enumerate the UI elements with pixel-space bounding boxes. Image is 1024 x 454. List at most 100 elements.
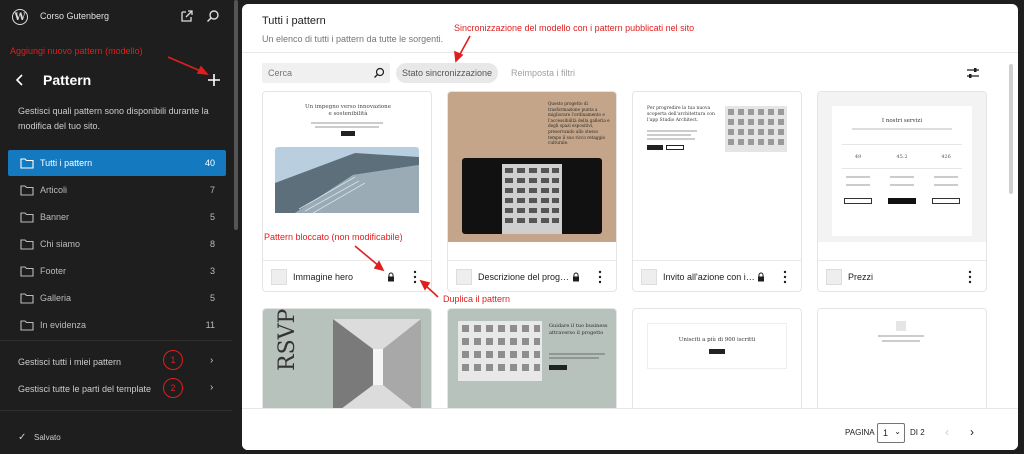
pattern-card-footer: Immagine hero xyxy=(263,260,431,291)
sidebar-item-banner[interactable]: Banner 5 xyxy=(8,204,226,230)
more-options-icon[interactable] xyxy=(412,269,418,285)
sidebar-item-label: Tutti i pattern xyxy=(40,158,93,168)
chevron-right-icon[interactable]: › xyxy=(210,355,213,366)
sidebar-scrollbar[interactable] xyxy=(234,0,238,230)
preview-title: Un impegno verso innovazione e sostenibi… xyxy=(305,104,391,117)
pattern-card[interactable] xyxy=(817,308,987,418)
sidebar-item-in-evidenza[interactable]: In evidenza 11 xyxy=(8,312,226,338)
annotation-circle-2: 2 xyxy=(163,378,183,398)
view-options-icon[interactable] xyxy=(966,66,980,80)
preview-text-line xyxy=(647,138,695,140)
preview-text-line xyxy=(890,184,914,186)
pagination-total: DI 2 xyxy=(910,428,925,437)
preview-text-line xyxy=(882,340,920,342)
preview-facade-image xyxy=(725,106,787,152)
pattern-name[interactable]: Immagine hero xyxy=(293,272,389,282)
reset-filters-button[interactable]: Reimposta i filtri xyxy=(511,68,575,78)
preview-text-line xyxy=(852,128,952,130)
more-options-icon[interactable] xyxy=(782,269,788,285)
check-icon: ✓ xyxy=(18,432,27,443)
pattern-card[interactable]: Unisciti a più di 900 iscritti xyxy=(632,308,802,418)
pattern-card[interactable]: I nostri servizi 49 45.2 426 Prezzi xyxy=(817,91,987,292)
lock-icon xyxy=(573,272,579,282)
sidebar-item-label: Articoli xyxy=(40,185,68,195)
folder-icon xyxy=(20,320,34,331)
page-select[interactable]: 1 ⌄ xyxy=(877,423,905,443)
sidebar-item-chi-siamo[interactable]: Chi siamo 8 xyxy=(8,231,226,257)
preview-text-line xyxy=(934,184,958,186)
sidebar-item-count: 8 xyxy=(209,239,215,249)
site-title[interactable]: Corso Gutenberg xyxy=(40,11,109,21)
preview-title: Per progredire la tua nuova scoperta del… xyxy=(647,106,715,123)
pattern-preview[interactable] xyxy=(818,309,986,417)
preview-button xyxy=(647,145,663,150)
more-options-icon[interactable] xyxy=(597,269,603,285)
preview-button xyxy=(888,198,916,204)
pattern-card[interactable]: Per progredire la tua nuova scoperta del… xyxy=(632,91,802,292)
sidebar-item-all-patterns[interactable]: Tutti i pattern 40 xyxy=(8,150,226,176)
pattern-type-icon xyxy=(271,269,287,285)
add-pattern-button[interactable] xyxy=(206,72,222,88)
external-link-icon[interactable] xyxy=(180,9,194,23)
preview-text-line xyxy=(846,184,870,186)
page-select-value: 1 xyxy=(883,428,889,438)
pattern-preview[interactable]: Questo progetto di trasformazione punta … xyxy=(448,92,616,242)
pattern-name[interactable]: Descrizione del progetto xyxy=(478,272,574,282)
folder-icon xyxy=(20,158,34,169)
pattern-preview[interactable]: RSVP xyxy=(263,309,431,417)
preview-title: Unisciti a più di 900 iscritti xyxy=(678,337,756,343)
sidebar-item-count: 5 xyxy=(209,293,215,303)
preview-button xyxy=(549,365,567,370)
preview-divider xyxy=(842,168,962,169)
pattern-card[interactable]: Un impegno verso innovazione e sostenibi… xyxy=(262,91,432,292)
manage-patterns-link[interactable]: Gestisci tutti i miei pattern xyxy=(18,357,121,367)
manage-template-parts-link[interactable]: Gestisci tutte le parti del template xyxy=(18,384,151,394)
folder-icon xyxy=(20,266,34,277)
preview-newsletter-box: Unisciti a più di 900 iscritti xyxy=(647,323,787,369)
preview-title: Questo progetto di trasformazione punta … xyxy=(548,101,610,145)
pattern-preview[interactable]: Guidare il tuo business attraverso il pr… xyxy=(448,309,616,417)
pattern-card-footer: Prezzi xyxy=(818,260,986,291)
pattern-card-footer: Invito all'azione con immagine xyxy=(633,260,801,291)
pattern-card-footer: Descrizione del progetto xyxy=(448,260,616,291)
back-arrow-icon[interactable] xyxy=(12,72,28,88)
sidebar-item-label: Chi siamo xyxy=(40,239,81,249)
pattern-type-icon xyxy=(456,269,472,285)
next-page-button[interactable]: › xyxy=(970,425,974,439)
sidebar-divider xyxy=(0,340,232,341)
more-options-icon[interactable] xyxy=(967,269,973,285)
preview-text-line xyxy=(315,126,379,128)
pattern-name[interactable]: Prezzi xyxy=(848,272,944,282)
saved-status: Salvato xyxy=(34,433,61,442)
pattern-preview[interactable]: Unisciti a più di 900 iscritti xyxy=(633,309,801,417)
preview-button xyxy=(932,198,960,204)
sync-status-button[interactable]: Stato sincronizzazione xyxy=(396,63,498,83)
sidebar-item-articoli[interactable]: Articoli 7 xyxy=(8,177,226,203)
preview-button xyxy=(341,131,355,136)
preview-text-line xyxy=(878,335,924,337)
pattern-card[interactable]: Questo progetto di trasformazione punta … xyxy=(447,91,617,292)
sidebar-item-label: In evidenza xyxy=(40,320,87,330)
previous-page-button[interactable]: ‹ xyxy=(945,425,949,439)
grid-scrollbar[interactable] xyxy=(1009,64,1013,194)
preview-image-placeholder xyxy=(896,321,906,331)
preview-price: 426 xyxy=(941,154,951,160)
pattern-card[interactable]: RSVP xyxy=(262,308,432,418)
preview-title: Guidare il tuo business attraverso il pr… xyxy=(549,323,608,336)
pattern-preview[interactable]: I nostri servizi 49 45.2 426 xyxy=(818,92,986,242)
chevron-right-icon[interactable]: › xyxy=(210,382,213,393)
sidebar-item-footer[interactable]: Footer 3 xyxy=(8,258,226,284)
pattern-card[interactable]: Guidare il tuo business attraverso il pr… xyxy=(447,308,617,418)
pattern-name[interactable]: Invito all'azione con immagine xyxy=(663,272,759,282)
sidebar-item-count: 5 xyxy=(209,212,215,222)
pattern-preview[interactable]: Per progredire la tua nuova scoperta del… xyxy=(633,92,801,242)
page-title: Tutti i pattern xyxy=(262,15,326,27)
search-icon[interactable] xyxy=(206,9,220,23)
search-input[interactable]: Cerca xyxy=(262,63,390,83)
preview-hallway-image xyxy=(333,319,421,415)
pagination-bar: PAGINA 1 ⌄ DI 2 ‹ › xyxy=(242,408,1018,450)
preview-button xyxy=(844,198,872,204)
wordpress-logo-icon[interactable]: W xyxy=(12,9,28,25)
pattern-preview[interactable]: Un impegno verso innovazione e sostenibi… xyxy=(263,92,431,242)
sidebar-item-galleria[interactable]: Galleria 5 xyxy=(8,285,226,311)
